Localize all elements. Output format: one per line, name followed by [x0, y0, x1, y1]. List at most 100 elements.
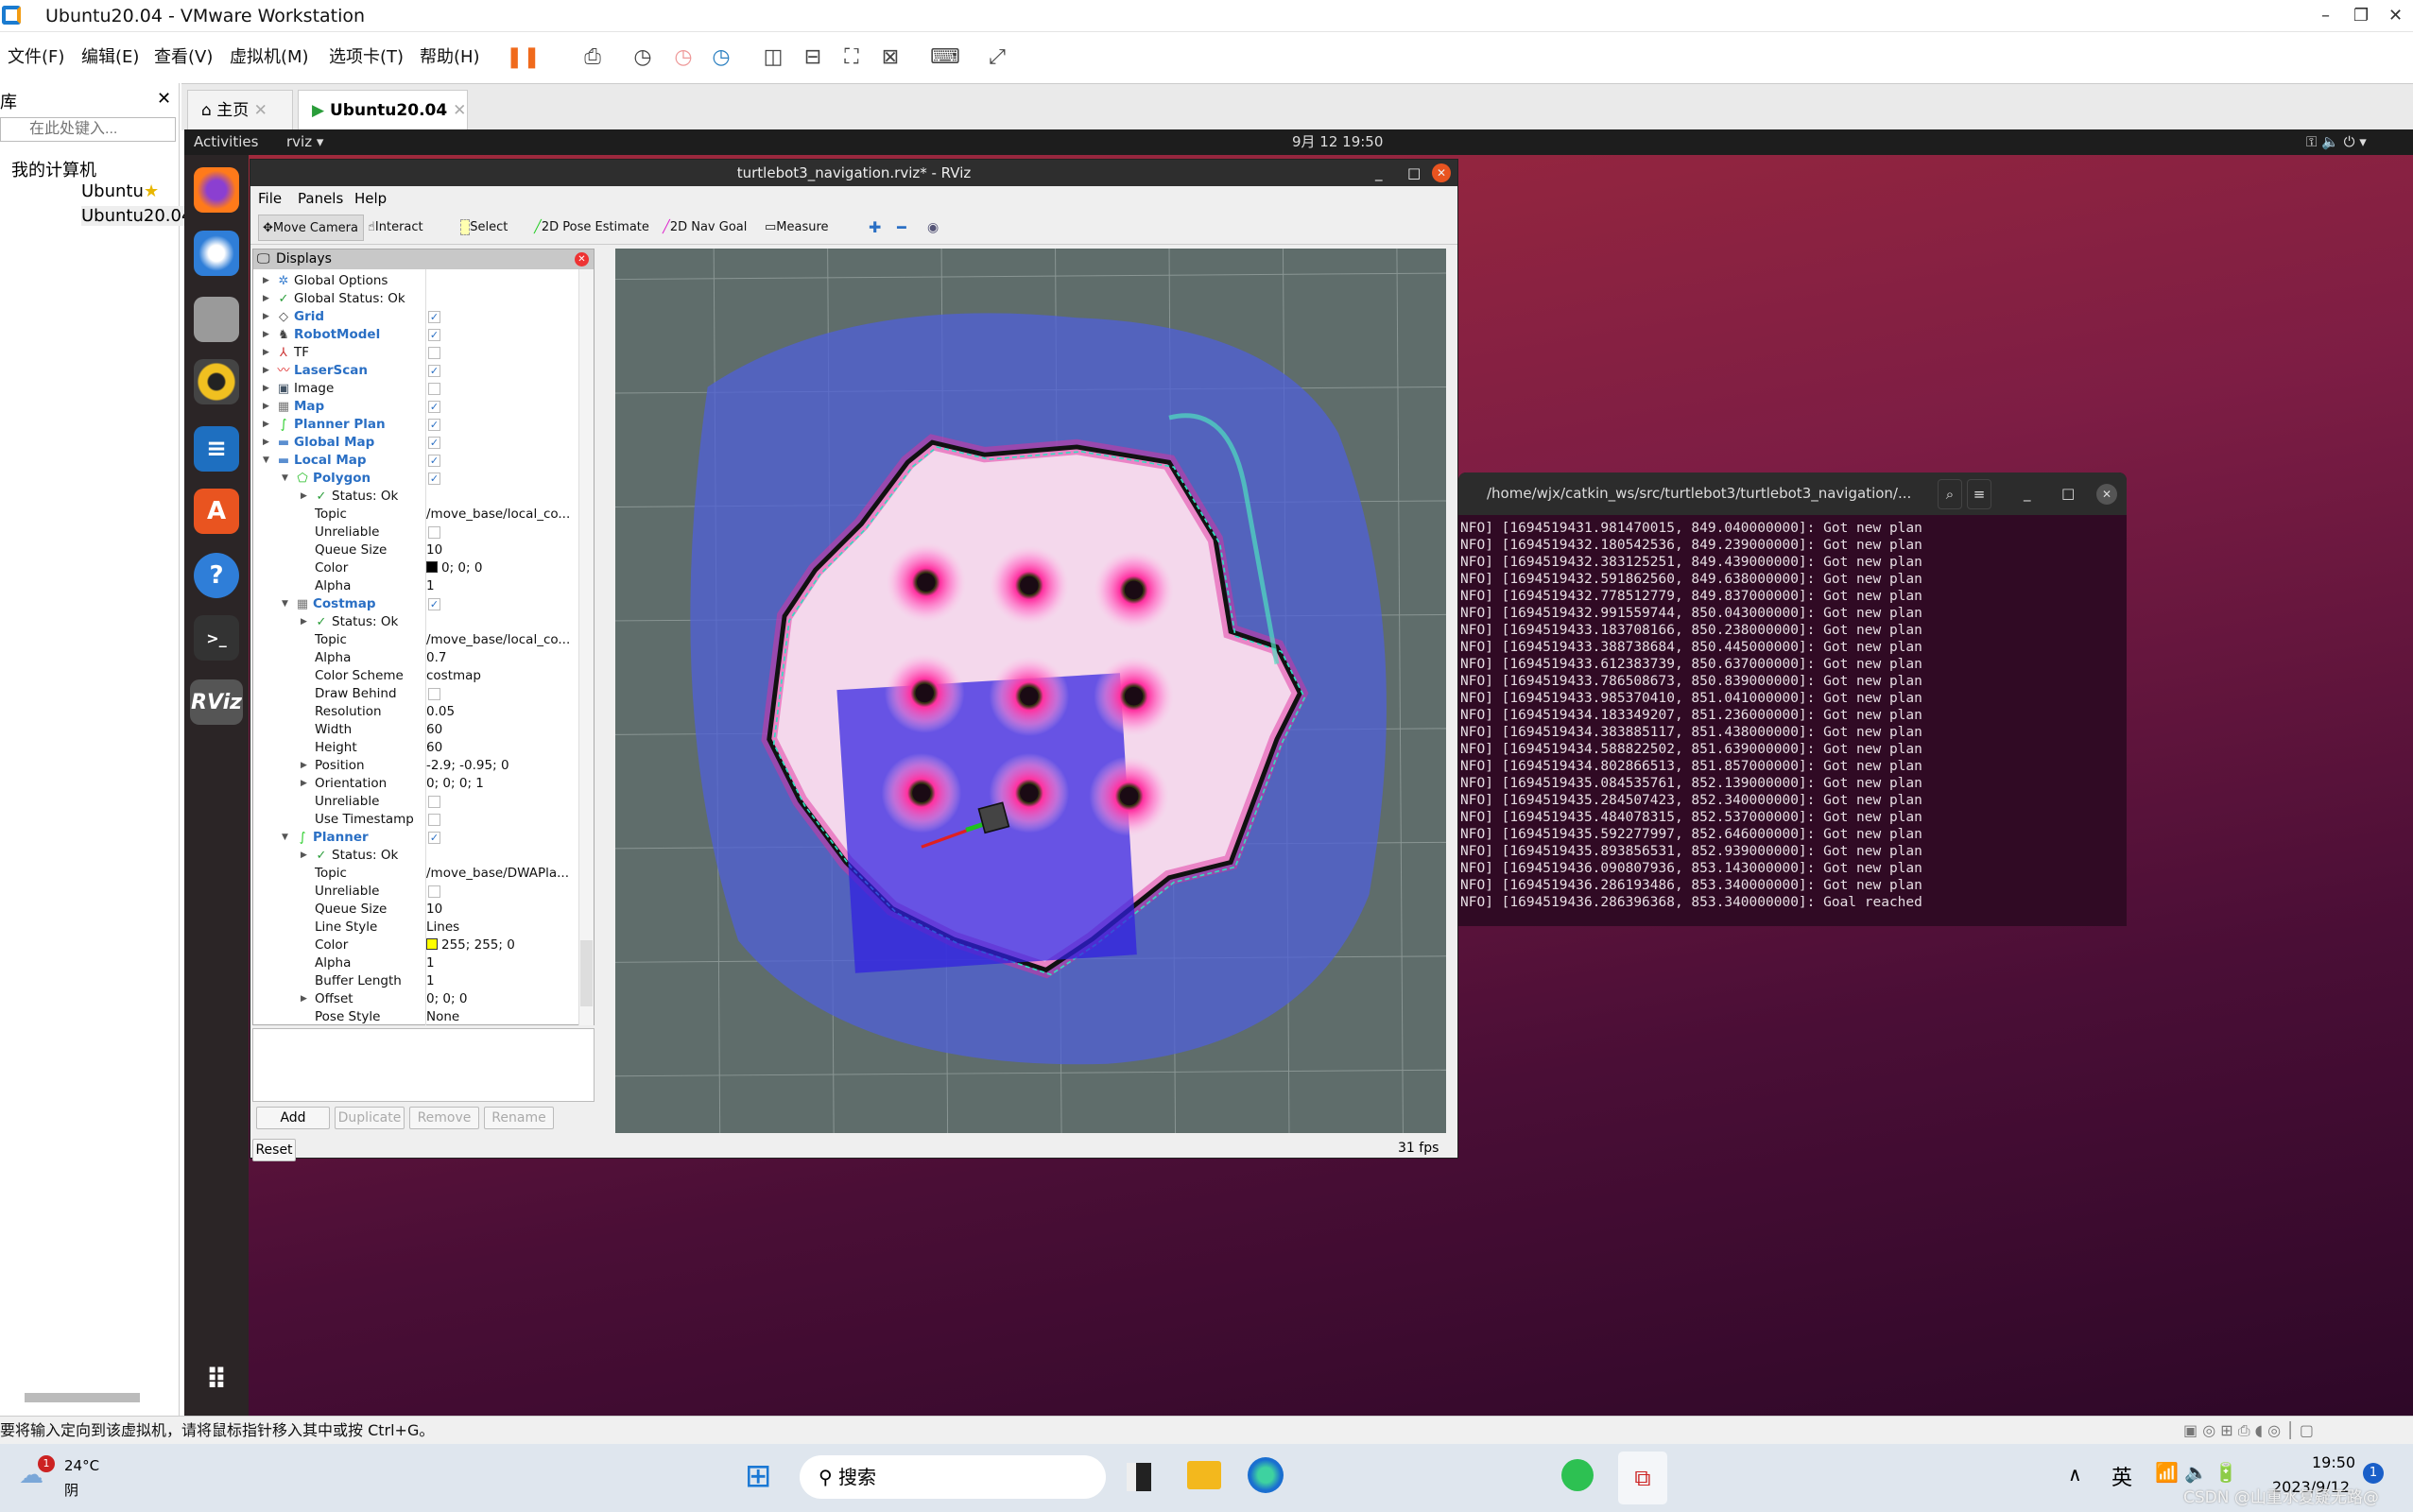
tab-close-icon[interactable]: ✕ — [254, 101, 267, 120]
tree-row-width[interactable]: Width 60 — [253, 721, 578, 739]
rename-button[interactable]: Rename — [484, 1107, 554, 1129]
device-icons[interactable]: ▣ ◎ ⊞ ⎙ ◖ ◎ │ ▢ — [2183, 1417, 2314, 1445]
minimize-button[interactable]: _ — [1375, 160, 1383, 186]
tree-row-use-timestamp[interactable]: Use Timestamp — [253, 811, 578, 829]
tree-row-topic[interactable]: Topic/move_base/DWAPla... — [253, 865, 578, 883]
thumbnail-bar-icon[interactable]: ⊟ — [799, 43, 827, 72]
rviz-icon[interactable]: RViz — [190, 679, 243, 725]
menu-panels[interactable]: Panels — [298, 186, 343, 211]
snapshot-icon[interactable]: ◷ — [629, 43, 657, 72]
tree-row-costmap[interactable]: ▼ ▦ Costmap ✓ — [253, 595, 578, 613]
row-value[interactable]: /move_base/local_co... — [426, 631, 576, 649]
expand-arrow-icon[interactable]: ▶ — [263, 290, 269, 308]
tool-interact[interactable]: ☝Interact — [364, 215, 427, 241]
row-value[interactable]: /move_base/local_co... — [426, 506, 576, 524]
clock[interactable]: 9月 12 19:50 — [1292, 129, 1383, 155]
tree-row-status-ok[interactable]: ▶ ✓ Status: Ok — [253, 613, 578, 631]
menu-help[interactable]: Help — [354, 186, 387, 211]
tree-row-polygon[interactable]: ▼ ⬠ Polygon ✓ — [253, 470, 578, 488]
library-scrollbar[interactable] — [25, 1393, 140, 1402]
expand-arrow-icon[interactable]: ▶ — [263, 434, 269, 452]
library-search-input[interactable] — [0, 117, 176, 142]
visibility-checkbox[interactable] — [428, 796, 440, 808]
menu-edit[interactable]: 编辑(E) — [81, 32, 139, 83]
menu-help[interactable]: 帮助(H) — [420, 32, 480, 83]
tree-row-unreliable[interactable]: Unreliable — [253, 883, 578, 901]
tree-row-grid[interactable]: ▶ ◇ Grid ✓ — [253, 308, 578, 326]
row-value[interactable]: Lines — [426, 919, 576, 936]
file-explorer-icon[interactable] — [1187, 1461, 1221, 1489]
minimize-button[interactable]: – — [2321, 0, 2330, 32]
wechat-icon[interactable] — [1561, 1459, 1594, 1491]
tool-2d-pose-estimate[interactable]: ╱2D Pose Estimate — [530, 215, 653, 241]
tree-vm-ubuntu2004[interactable]: Ubuntu20.04 — [81, 206, 193, 226]
firefox-icon[interactable] — [194, 167, 239, 213]
tree-row-planner-plan[interactable]: ▶ ∫ Planner Plan ✓ — [253, 416, 578, 434]
expand-arrow-icon[interactable]: ▶ — [301, 990, 307, 1008]
reset-button[interactable]: Reset — [252, 1139, 296, 1161]
row-value[interactable]: 0.05 — [426, 703, 576, 721]
visibility-checkbox[interactable] — [428, 383, 440, 395]
row-value[interactable]: /move_base/DWAPla... — [426, 865, 576, 883]
tree-row-orientation[interactable]: ▶ Orientation 0; 0; 0; 1 — [253, 775, 578, 793]
tree-row-status-ok[interactable]: ▶ ✓ Status: Ok — [253, 488, 578, 506]
close-button[interactable]: ✕ — [2096, 484, 2117, 505]
tree-row-laserscan[interactable]: ▶ 〰 LaserScan ✓ — [253, 362, 578, 380]
collapse-arrow-icon[interactable]: ▼ — [282, 595, 288, 613]
visibility-checkbox[interactable] — [428, 347, 440, 359]
row-value[interactable]: costmap — [426, 667, 576, 685]
tree-row-local-map[interactable]: ▼ ▬ Local Map ✓ — [253, 452, 578, 470]
visibility-checkbox[interactable]: ✓ — [428, 455, 440, 467]
stretch-icon[interactable]: ⤢ — [983, 43, 1011, 72]
row-value[interactable]: 255; 255; 0 — [426, 936, 576, 954]
row-value[interactable]: 0.7 — [426, 649, 576, 667]
expand-arrow-icon[interactable]: ▶ — [263, 416, 269, 434]
taskbar-search[interactable]: ⚲ 搜索 — [800, 1455, 1106, 1499]
rhythmbox-icon[interactable] — [194, 359, 239, 404]
show-hidden-icons[interactable]: ∧ — [2068, 1463, 2082, 1486]
revert-snapshot-icon[interactable]: ◷ — [669, 43, 698, 72]
tree-row-global-status-ok[interactable]: ▶ ✓ Global Status: Ok — [253, 290, 578, 308]
tree-row-color-scheme[interactable]: Color Scheme costmap — [253, 667, 578, 685]
expand-arrow-icon[interactable]: ▶ — [301, 488, 307, 506]
tree-row-unreliable[interactable]: Unreliable — [253, 524, 578, 541]
search-icon[interactable]: ⌕ — [1938, 479, 1962, 509]
collapse-arrow-icon[interactable]: ▼ — [282, 829, 288, 847]
panel-close-icon[interactable]: ✕ — [575, 252, 589, 266]
tree-my-computer[interactable]: 我的计算机 — [11, 157, 96, 181]
visibility-checkbox[interactable]: ✓ — [428, 311, 440, 323]
expand-arrow-icon[interactable]: ▶ — [263, 362, 269, 380]
add-tool-icon[interactable]: ✚ — [865, 215, 885, 241]
expand-arrow-icon[interactable]: ▶ — [263, 272, 269, 290]
visibility-checkbox[interactable]: ✓ — [428, 437, 440, 449]
row-value[interactable]: None — [426, 1008, 576, 1026]
pause-icon[interactable]: ❚❚ — [506, 43, 541, 72]
menu-file[interactable]: 文件(F) — [8, 32, 64, 83]
tree-row-color[interactable]: Color 0; 0; 0 — [253, 559, 578, 577]
visibility-checkbox[interactable]: ✓ — [428, 472, 440, 485]
tab-ubuntu2004[interactable]: ▶ Ubuntu20.04 ✕ — [298, 90, 468, 131]
visibility-checkbox[interactable] — [428, 885, 440, 898]
row-value[interactable]: 10 — [426, 541, 576, 559]
visibility-checkbox[interactable]: ✓ — [428, 419, 440, 431]
maximize-button[interactable]: □ — [2061, 472, 2075, 515]
tree-row-global-options[interactable]: ▶ ✲ Global Options — [253, 272, 578, 290]
windows-start-icon[interactable]: ⊞ — [745, 1457, 772, 1495]
menu-icon[interactable]: ≡ — [1967, 479, 1991, 509]
add-button[interactable]: Add — [256, 1107, 330, 1129]
vmware-taskbar-icon[interactable]: ⧉ — [1618, 1452, 1667, 1504]
menu-tabs[interactable]: 选项卡(T) — [329, 32, 404, 83]
show-library-icon[interactable]: ◫ — [759, 43, 787, 72]
visibility-checkbox[interactable]: ✓ — [428, 832, 440, 844]
tree-row-alpha[interactable]: Alpha 1 — [253, 954, 578, 972]
expand-arrow-icon[interactable]: ▶ — [263, 380, 269, 398]
visibility-checkbox[interactable]: ✓ — [428, 329, 440, 341]
visibility-checkbox[interactable] — [428, 688, 440, 700]
expand-arrow-icon[interactable]: ▶ — [263, 344, 269, 362]
tree-row-alpha[interactable]: Alpha 1 — [253, 577, 578, 595]
visibility-checkbox[interactable] — [428, 526, 440, 539]
tab-home[interactable]: ⌂ 主页 ✕ — [187, 90, 293, 131]
activities-button[interactable]: Activities — [194, 129, 258, 155]
row-value[interactable]: 0; 0; 0; 1 — [426, 775, 576, 793]
tree-row-map[interactable]: ▶ ▦ Map ✓ — [253, 398, 578, 416]
